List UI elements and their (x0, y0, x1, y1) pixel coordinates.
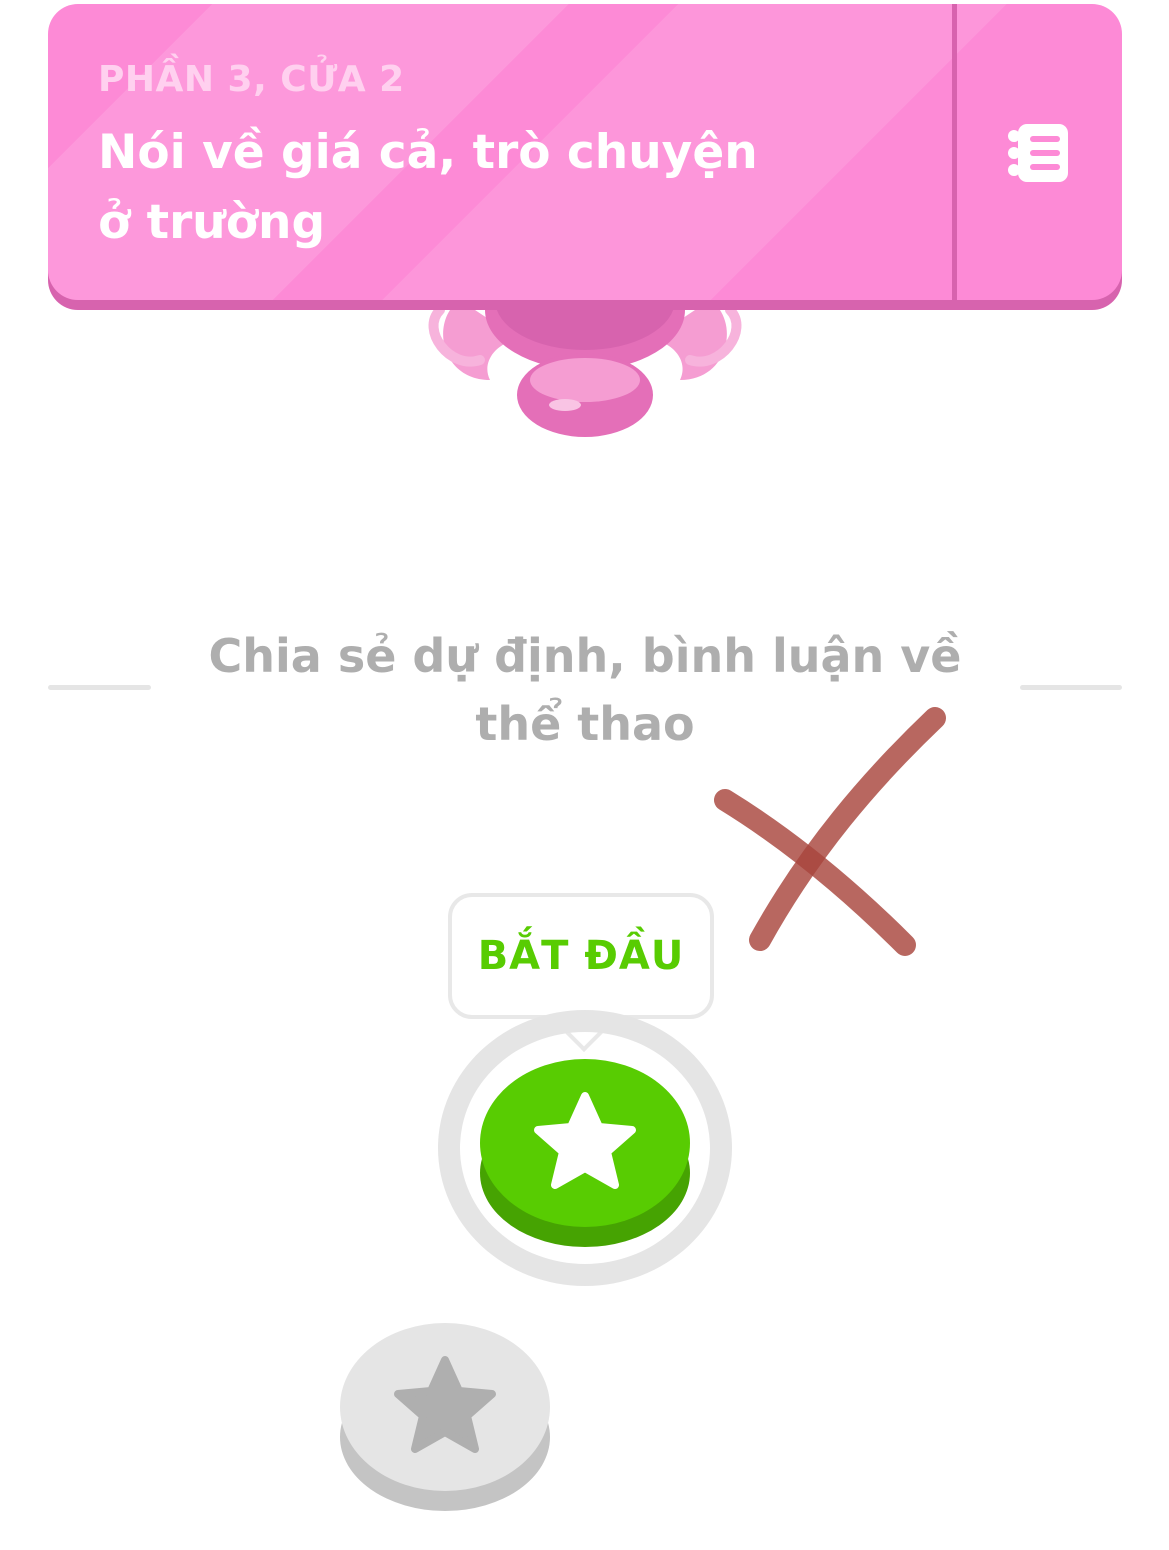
unit-header: PHẦN 3, CỬA 2 Nói về giá cả, trò chuyện … (98, 56, 918, 258)
unit-title: Nói về giá cả, trò chuyện ở trường (98, 125, 758, 250)
guidebook-list-icon (1007, 124, 1068, 182)
lesson-node-locked[interactable] (338, 1312, 552, 1512)
start-tooltip[interactable]: BẮT ĐẦU (448, 893, 714, 1019)
lesson-node-active[interactable] (478, 1048, 692, 1248)
section-divider-right (1020, 685, 1122, 690)
unit-banner: PHẦN 3, CỬA 2 Nói về giá cả, trò chuyện … (48, 4, 1122, 300)
section-divider-left (48, 685, 151, 690)
red-cross-mark-icon (700, 700, 960, 970)
unit-section-label: PHẦN 3, CỬA 2 (98, 59, 405, 100)
guidebook-button[interactable] (957, 4, 1122, 300)
start-label: BẮT ĐẦU (477, 933, 685, 979)
